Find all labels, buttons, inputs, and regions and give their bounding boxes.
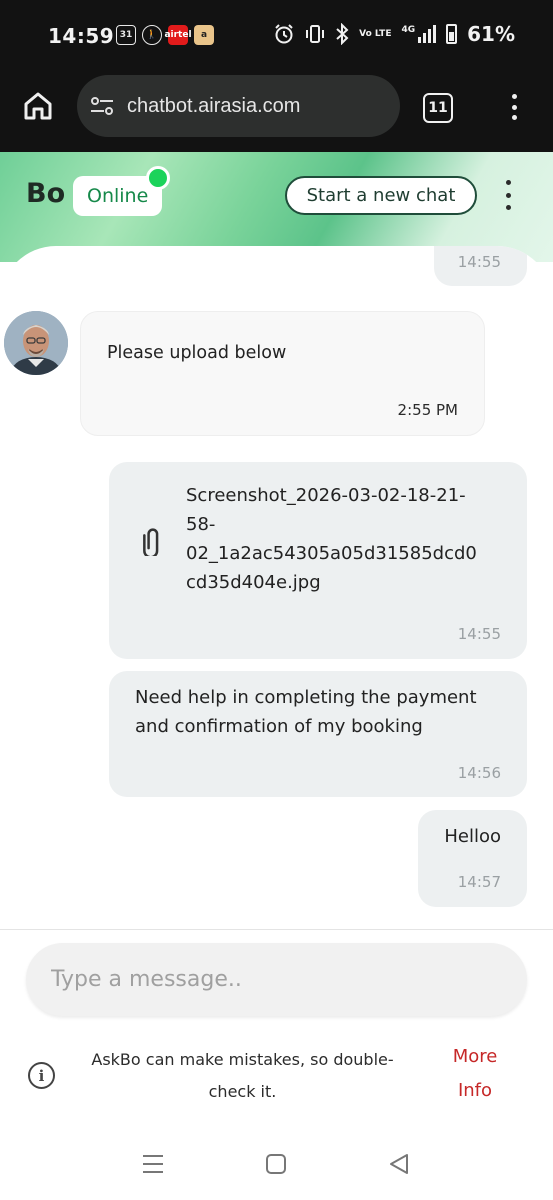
volte-icon: Vo LTE [359, 28, 392, 39]
system-status-icons: Vo LTE 4G 61% [273, 22, 515, 46]
user-message: Helloo 14:57 [418, 810, 527, 907]
bluetooth-icon [336, 23, 349, 45]
battery-percent: 61% [467, 22, 515, 46]
site-settings-icon[interactable] [89, 93, 115, 119]
network-type: 4G [401, 25, 416, 35]
file-name-line: 02_1a2ac54305a05d31585dcd0 [186, 543, 477, 564]
more-info-line: Info [457, 1080, 493, 1101]
file-name[interactable]: Screenshot_2026-03-02-18-21- 58- 02_1a2a… [186, 481, 516, 597]
signal-icon: 4G [401, 25, 437, 43]
online-dot-icon [146, 166, 170, 190]
url-text[interactable]: chatbot.airasia.com [127, 95, 300, 118]
back-icon[interactable] [387, 1152, 411, 1176]
home-nav-icon[interactable] [266, 1154, 286, 1174]
chat-menu-icon[interactable] [502, 180, 514, 210]
battery-icon [446, 24, 458, 44]
disclaimer-line: check it. [208, 1082, 277, 1101]
paperclip-icon [143, 528, 159, 556]
notification-icons: 31 🚶 airtel a [116, 25, 214, 45]
alarm-icon [275, 24, 293, 44]
more-info-line: More [452, 1046, 498, 1067]
bot-name: Bo [26, 178, 66, 209]
fitness-icon: 🚶 [142, 25, 162, 45]
message-text-line: and confirmation of my booking [135, 716, 423, 737]
vibrate-icon [306, 25, 325, 43]
status-bar: 14:59 31 🚶 airtel a Vo LTE 4G 61% [0, 0, 553, 72]
user-message: Need help in completing the payment and … [109, 671, 527, 797]
message-text: Helloo [444, 826, 501, 847]
browser-menu-icon[interactable] [507, 92, 521, 122]
message-time: 14:57 [457, 873, 501, 891]
browser-toolbar: chatbot.airasia.com 11 [0, 72, 553, 152]
file-name-line: cd35d404e.jpg [186, 572, 321, 593]
message-input[interactable] [26, 943, 527, 1016]
tab-switcher-button[interactable]: 11 [423, 93, 453, 123]
disclaimer-line: AskBo can make mistakes, so double- [91, 1050, 394, 1069]
calendar-icon: 31 [116, 25, 136, 45]
file-name-line: Screenshot_2026-03-02-18-21- [186, 485, 466, 506]
address-bar[interactable]: chatbot.airasia.com [77, 75, 400, 137]
home-icon[interactable] [20, 88, 56, 124]
message-list[interactable]: 14:55 Please upload below 2:55 PM Screen… [0, 246, 553, 929]
bot-avatar [4, 311, 68, 375]
amazon-icon: a [194, 25, 214, 45]
info-icon: i [28, 1062, 55, 1089]
message-text: Please upload below [107, 343, 287, 363]
system-nav-bar [0, 1130, 553, 1200]
message-time: 2:55 PM [397, 401, 458, 419]
message-time: 14:55 [457, 625, 501, 643]
user-message: 14:55 [434, 246, 527, 286]
message-time: 14:55 [457, 253, 501, 271]
file-name-line: 58- [186, 514, 216, 535]
disclaimer-text: AskBo can make mistakes, so double- chec… [75, 1044, 410, 1108]
message-text-line: Need help in completing the payment [135, 687, 477, 708]
start-new-chat-button[interactable]: Start a new chat [285, 176, 477, 215]
user-file-message[interactable]: Screenshot_2026-03-02-18-21- 58- 02_1a2a… [109, 462, 527, 659]
recent-apps-icon[interactable] [143, 1155, 163, 1173]
more-info-link[interactable]: More Info [440, 1040, 510, 1108]
bot-message: Please upload below 2:55 PM [80, 311, 485, 436]
message-text: Need help in completing the payment and … [135, 683, 477, 741]
status-time: 14:59 [48, 24, 115, 48]
composer-divider [0, 929, 553, 930]
airtel-icon: airtel [164, 25, 192, 45]
message-time: 14:56 [457, 764, 501, 782]
